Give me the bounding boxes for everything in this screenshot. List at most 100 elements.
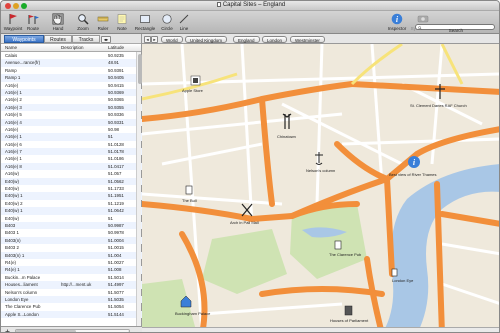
- table-row[interactable]: A16(w) 51.057: [1, 170, 142, 177]
- table-row[interactable]: Avenue...rance(fr) 48.91: [1, 59, 142, 67]
- map-canvas[interactable]: Apple Store Chinatown Nelson's column Th…: [142, 44, 500, 333]
- cell-lat: 50.9369: [108, 89, 124, 95]
- vertical-scrollbar[interactable]: [136, 52, 142, 326]
- table-row[interactable]: A16(e) 1 51: [1, 133, 142, 141]
- apple-logo-icon: [193, 78, 198, 83]
- tab-tracks[interactable]: Tracks: [72, 35, 100, 43]
- tool-rectangle[interactable]: Rectangle: [132, 12, 158, 33]
- table-row[interactable]: A16(e) 8 51.0417: [1, 162, 142, 171]
- cell-lat: 51.0642: [108, 208, 124, 214]
- breadcrumb-london[interactable]: London: [262, 35, 288, 43]
- table-row[interactable]: E40(w) 1 51.1951: [1, 192, 142, 200]
- breadcrumb-england[interactable]: England: [233, 35, 260, 43]
- cell-name: A16(e) 1: [5, 89, 22, 95]
- table-row[interactable]: E40(w) 51: [1, 215, 142, 222]
- tool-zoom[interactable]: Zoom: [73, 12, 93, 33]
- cell-name: B403(n): [5, 237, 21, 243]
- table-row[interactable]: Apple S...London 51.5144: [1, 310, 142, 319]
- table-row[interactable]: Ramp 1 50.9405: [1, 74, 142, 82]
- tool-ruler[interactable]: Ruler: [93, 12, 113, 33]
- cell-name: A16(e) 1: [5, 134, 22, 140]
- table-row[interactable]: A16(e) 50.9415: [1, 82, 142, 89]
- cell-lat: 51.004: [108, 252, 122, 258]
- waypoint-list: Calais 50.9235 Avenue...rance(fr) 48.91 Ramp…: [1, 52, 142, 326]
- table-row[interactable]: R4(e) 51.0027: [1, 259, 142, 266]
- cell-name: Avenue...rance(fr): [5, 60, 41, 66]
- add-icon[interactable]: [5, 329, 10, 333]
- table-row[interactable]: A16(e) 2 50.9365: [1, 96, 142, 103]
- cell-name: A16(e) 6: [5, 141, 22, 147]
- table-row[interactable]: B403 50.9987: [1, 221, 142, 230]
- breadcrumb-world[interactable]: World: [161, 35, 183, 43]
- cell-lat: 51: [108, 215, 113, 221]
- horizontal-scrollbar[interactable]: [15, 329, 130, 332]
- sidebar-nav-button[interactable]: ◂▸: [101, 35, 111, 43]
- table-row[interactable]: B403(n) 1 51.004: [1, 251, 142, 259]
- back-button[interactable]: ◂: [144, 35, 151, 43]
- breadcrumb-united-kingdom[interactable]: United Kingdom: [185, 35, 228, 43]
- cell-name: A16(e): [5, 126, 19, 132]
- tool-hand[interactable]: Hand: [48, 12, 68, 33]
- table-row[interactable]: E40(w) 51.0562: [1, 177, 142, 186]
- rectangle-icon: [140, 15, 150, 23]
- table-row[interactable]: Nelson's column 51.5077: [1, 289, 142, 296]
- inspector-button[interactable]: i Inspector: [385, 12, 409, 33]
- toolbar: Waypoint Route Hand Zoom Ruler Note Rect…: [1, 11, 499, 34]
- table-row[interactable]: R4(e) 1 51.008: [1, 266, 142, 274]
- line-icon: [179, 14, 189, 24]
- tool-label: Circle: [161, 26, 173, 31]
- table-row[interactable]: B403 1 50.9978: [1, 229, 142, 236]
- tab-routes[interactable]: Routes: [44, 35, 72, 43]
- tool-label: Waypoint: [3, 26, 23, 31]
- table-row[interactable]: A16(e) 1 50.9369: [1, 88, 142, 97]
- table-row[interactable]: A16(e) 6 51.0128: [1, 141, 142, 148]
- table-header: Name Description Latitude: [1, 44, 141, 52]
- poi-label: St. Clement Danes RAF Church: [410, 103, 467, 108]
- table-row[interactable]: E40(w) 2 51.1219: [1, 200, 142, 207]
- cell-lat: 51.008: [108, 267, 122, 273]
- table-row[interactable]: A16(e) 5 50.9336: [1, 111, 142, 118]
- cell-lat: 50.9987: [108, 222, 124, 228]
- note-icon: [117, 14, 127, 24]
- cell-name: B403: [5, 222, 16, 228]
- route-flags-icon: [28, 15, 39, 24]
- table-row[interactable]: A16(e) 50.98: [1, 126, 142, 133]
- table-row[interactable]: E40(w) 1 51.0642: [1, 207, 142, 215]
- table-row[interactable]: A16(e) 7 51.0178: [1, 148, 142, 156]
- tool-route[interactable]: Route: [23, 12, 43, 33]
- column-header-description[interactable]: Description: [61, 45, 84, 50]
- map-status-bar: [142, 327, 499, 332]
- scroll-thumb[interactable]: [137, 54, 142, 84]
- table-row[interactable]: A16(e) 1 51.0186: [1, 155, 142, 162]
- forward-button[interactable]: ▸: [151, 35, 158, 43]
- cell-lat: 51.5014: [108, 274, 124, 280]
- cell-name: E40(w) 2: [5, 200, 23, 206]
- app-window: Capital Sites – England Waypoint Route H…: [0, 0, 500, 333]
- cell-lat: 48.91: [108, 60, 119, 66]
- hand-icon: [52, 13, 64, 25]
- cell-name: London Eye: [5, 296, 29, 302]
- breadcrumb-westminster[interactable]: Westminster: [290, 35, 325, 43]
- column-header-name[interactable]: Name: [5, 45, 17, 50]
- sidebar: Waypoints Routes Tracks ◂▸ Name Descript…: [1, 34, 142, 333]
- table-row[interactable]: Houses...liament http://...ment.uk 51.4997: [1, 281, 142, 289]
- table-row[interactable]: The Clarence Pub 51.5054: [1, 303, 142, 310]
- table-row[interactable]: Calais 50.9235: [1, 52, 142, 59]
- tool-note[interactable]: Note: [112, 12, 132, 33]
- table-row[interactable]: B403 2 51.0015: [1, 244, 142, 251]
- info-icon: i: [391, 13, 403, 25]
- column-header-latitude[interactable]: Latitude: [108, 45, 124, 50]
- cell-lat: 50.9365: [108, 97, 124, 103]
- cell-lat: 51.1733: [108, 186, 124, 192]
- table-row[interactable]: A16(e) 4 50.9331: [1, 118, 142, 126]
- table-row[interactable]: Buckin...m Palace 51.5014: [1, 274, 142, 281]
- table-row[interactable]: A16(e) 3 50.9355: [1, 103, 142, 112]
- table-row[interactable]: B403(n) 51.0004: [1, 236, 142, 245]
- table-row[interactable]: London Eye 51.5035: [1, 295, 142, 304]
- table-row[interactable]: E40(w) 51.1733: [1, 185, 142, 192]
- tab-waypoints[interactable]: Waypoints: [4, 35, 44, 43]
- tool-waypoint[interactable]: Waypoint: [3, 12, 23, 33]
- table-row[interactable]: Ramp 50.9391: [1, 67, 142, 74]
- tool-line[interactable]: Line: [174, 12, 194, 33]
- cell-lat: 51.5144: [108, 311, 124, 317]
